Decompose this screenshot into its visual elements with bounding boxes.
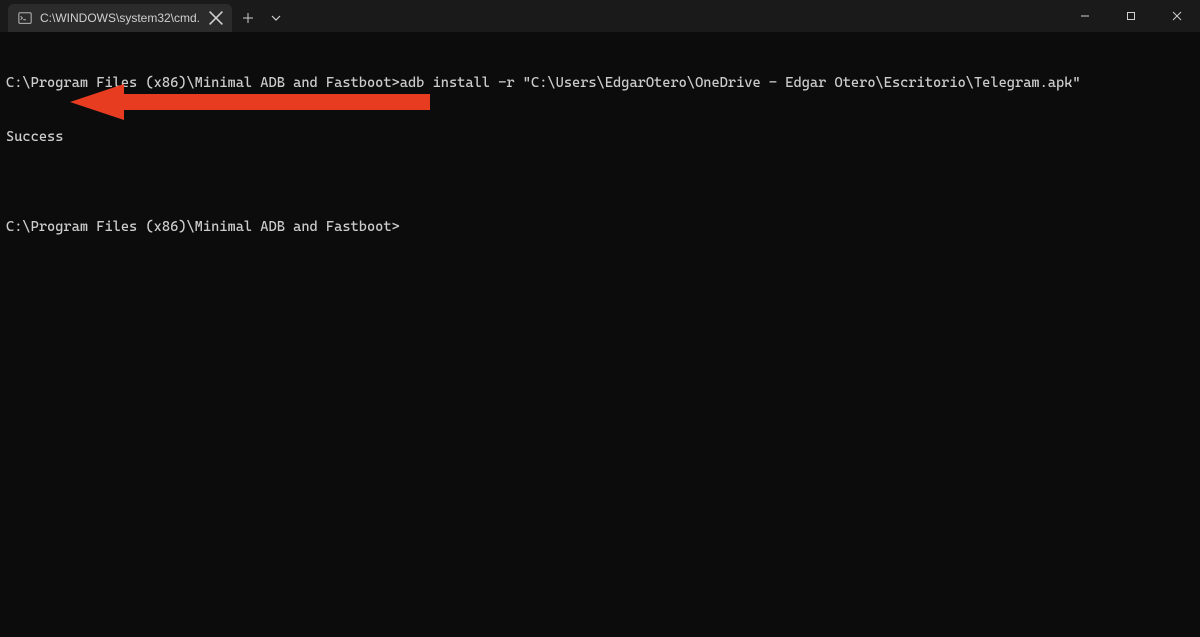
close-button[interactable]: [1154, 0, 1200, 32]
tab-close-button[interactable]: [208, 10, 224, 26]
terminal-window: C:\WINDOWS\system32\cmd.: [0, 0, 1200, 637]
new-tab-button[interactable]: [234, 4, 262, 32]
tab-title: C:\WINDOWS\system32\cmd.: [40, 11, 200, 25]
tab-dropdown-button[interactable]: [262, 4, 290, 32]
window-titlebar: C:\WINDOWS\system32\cmd.: [0, 0, 1200, 32]
terminal-line: C:\Program Files (x86)\Minimal ADB and F…: [6, 74, 1194, 92]
window-controls: [1062, 0, 1200, 32]
terminal-line: C:\Program Files (x86)\Minimal ADB and F…: [6, 218, 1194, 236]
terminal-tab[interactable]: C:\WINDOWS\system32\cmd.: [8, 4, 232, 32]
terminal-output[interactable]: C:\Program Files (x86)\Minimal ADB and F…: [0, 32, 1200, 637]
cmd-icon: [18, 11, 32, 25]
maximize-button[interactable]: [1108, 0, 1154, 32]
minimize-button[interactable]: [1062, 0, 1108, 32]
titlebar-left-group: C:\WINDOWS\system32\cmd.: [0, 0, 290, 32]
terminal-line: Success: [6, 128, 1194, 146]
